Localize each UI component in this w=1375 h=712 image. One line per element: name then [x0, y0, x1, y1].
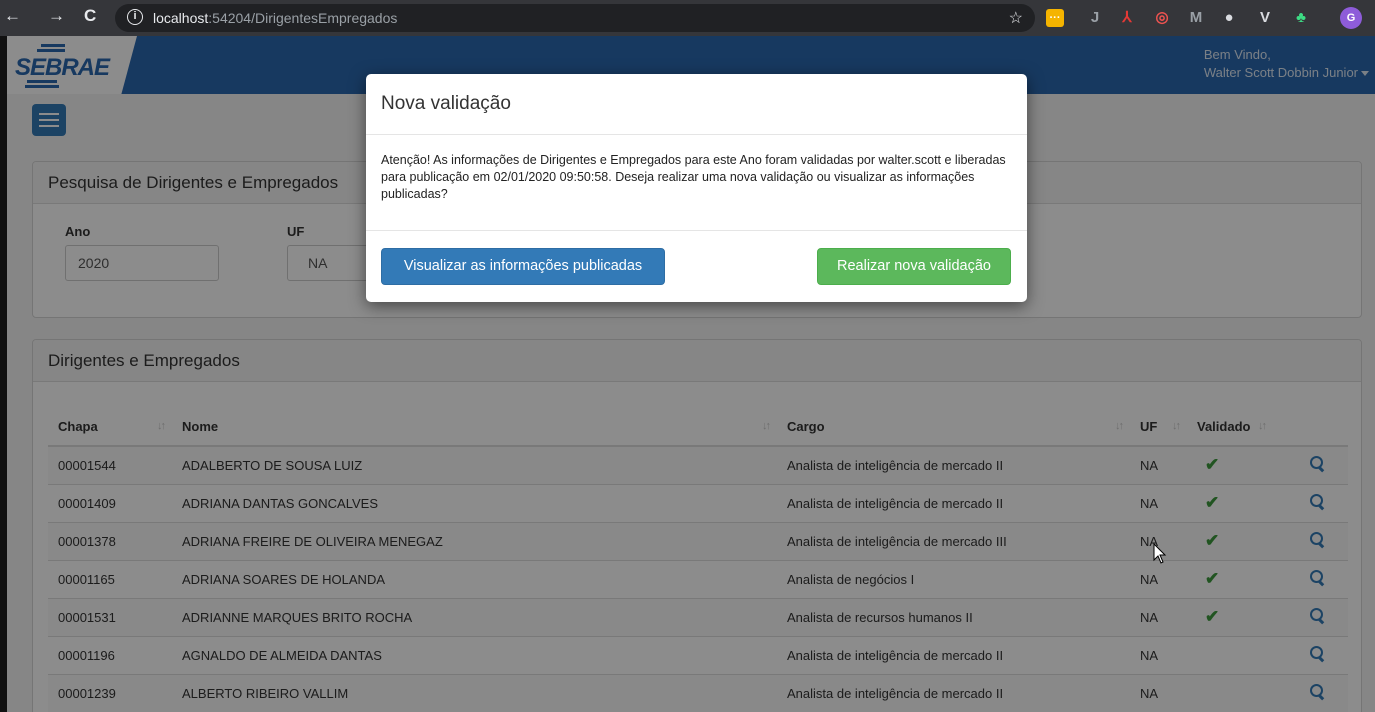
profile-avatar-icon[interactable]: G [1340, 7, 1362, 29]
ext-circle-icon[interactable]: ● [1220, 9, 1238, 27]
info-icon[interactable]: i [127, 9, 143, 25]
bookmark-star-icon[interactable]: ☆ [1009, 8, 1023, 28]
address-bar[interactable]: i localhost:54204/DirigentesEmpregados ☆ [115, 4, 1035, 32]
new-validation-button[interactable]: Realizar nova validação [817, 248, 1011, 285]
validation-modal: Nova validação Atenção! As informações d… [366, 74, 1027, 302]
browser-toolbar: ← → C i localhost:54204/DirigentesEmpreg… [0, 0, 1375, 36]
mouse-cursor-icon [1153, 543, 1167, 564]
reload-icon[interactable]: C [84, 6, 96, 26]
ext-yellow-icon[interactable]: ··· [1046, 9, 1064, 27]
url-text[interactable]: localhost:54204/DirigentesEmpregados [153, 10, 397, 26]
ext-m-icon[interactable]: M [1187, 9, 1205, 27]
modal-title: Nova validação [366, 74, 1027, 135]
forward-arrow-icon[interactable]: → [48, 6, 65, 26]
ext-pdf-icon[interactable]: ⅄ [1118, 9, 1136, 27]
view-published-button[interactable]: Visualizar as informações publicadas [381, 248, 665, 285]
ext-v-icon[interactable]: V [1256, 9, 1274, 27]
ext-j-icon[interactable]: J [1086, 9, 1104, 27]
modal-message: Atenção! As informações de Dirigentes e … [366, 135, 1027, 231]
back-arrow-icon[interactable]: ← [4, 6, 21, 26]
ext-swirl-icon[interactable]: ◎ [1153, 9, 1171, 27]
modal-backdrop[interactable]: Nova validação Atenção! As informações d… [0, 36, 1375, 712]
ext-android-icon[interactable]: ♣ [1292, 9, 1310, 27]
